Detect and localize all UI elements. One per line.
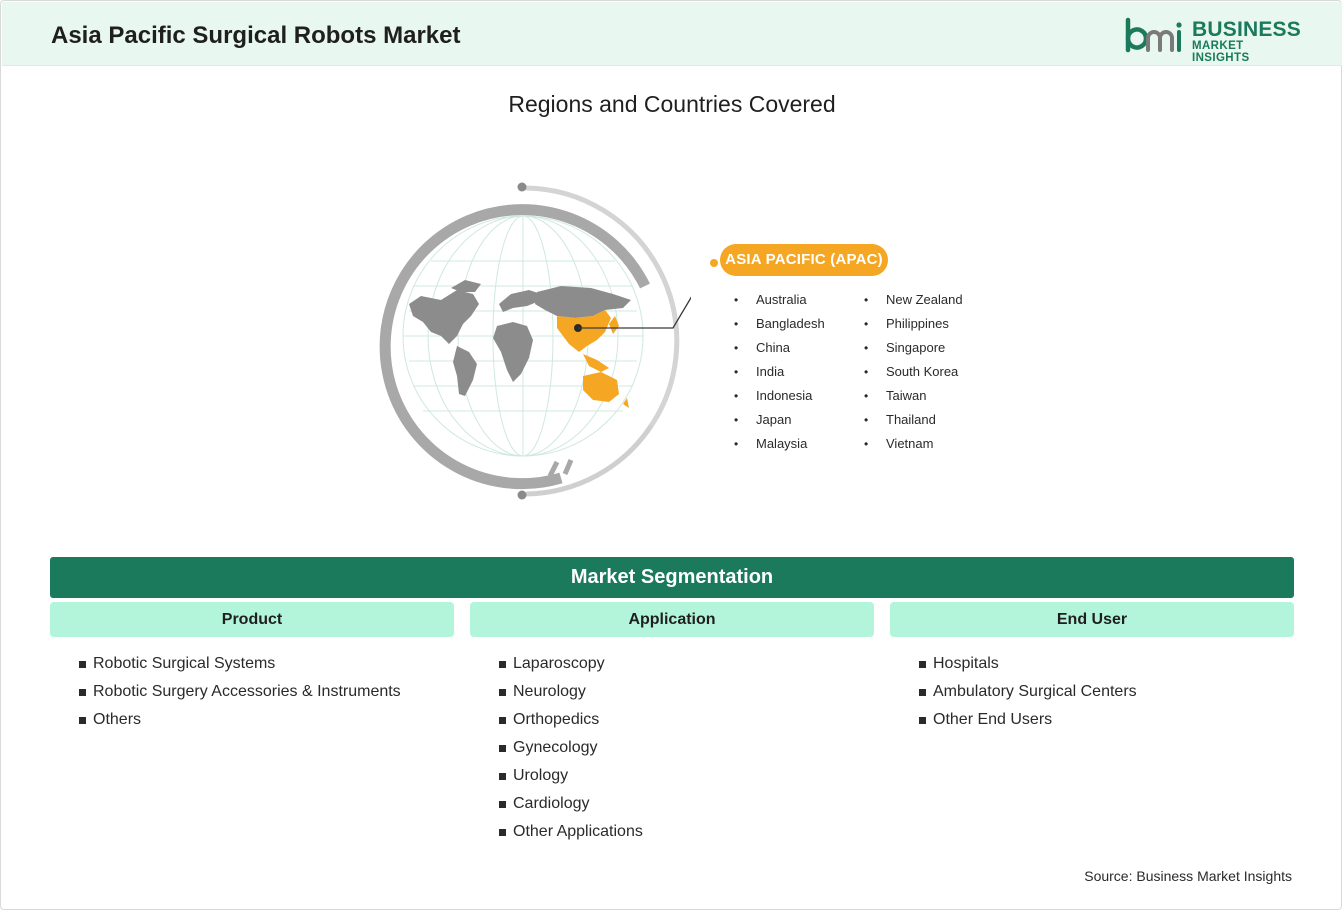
segment-item: Robotic Surgery Accessories & Instrument… <box>79 681 401 709</box>
region-connector-dot <box>710 259 718 267</box>
logo: BUSINESS MARKET INSIGHTS <box>1122 16 1302 64</box>
country-item: Malaysia <box>734 435 825 459</box>
country-item: Indonesia <box>734 387 825 411</box>
country-item: Taiwan <box>864 387 963 411</box>
segment-item: Orthopedics <box>499 709 643 737</box>
page-frame: Asia Pacific Surgical Robots Market BUSI… <box>0 0 1342 910</box>
country-item: Japan <box>734 411 825 435</box>
country-item: Thailand <box>864 411 963 435</box>
segment-list-product: Robotic Surgical Systems Robotic Surgery… <box>79 653 401 737</box>
segment-item: Others <box>79 709 401 737</box>
region-label-badge: ASIA PACIFIC (APAC) <box>720 244 888 276</box>
logo-text-primary: BUSINESS <box>1192 18 1301 41</box>
segment-item: Cardiology <box>499 793 643 821</box>
segment-item: Neurology <box>499 681 643 709</box>
segment-item: Robotic Surgical Systems <box>79 653 401 681</box>
segment-item: Laparoscopy <box>499 653 643 681</box>
segment-item: Gynecology <box>499 737 643 765</box>
segment-item: Hospitals <box>919 653 1137 681</box>
country-item: Bangladesh <box>734 315 825 339</box>
segment-item: Other Applications <box>499 821 643 849</box>
segment-list-application: Laparoscopy Neurology Orthopedics Gyneco… <box>499 653 643 849</box>
segment-list-end-user: Hospitals Ambulatory Surgical Centers Ot… <box>919 653 1137 737</box>
country-item: Australia <box>734 291 825 315</box>
country-list-right: New Zealand Philippines Singapore South … <box>864 291 963 459</box>
country-list-left: Australia Bangladesh China India Indones… <box>734 291 825 459</box>
country-item: Philippines <box>864 315 963 339</box>
country-item: Vietnam <box>864 435 963 459</box>
segment-item: Ambulatory Surgical Centers <box>919 681 1137 709</box>
country-item: New Zealand <box>864 291 963 315</box>
logo-text-secondary: MARKET INSIGHTS <box>1192 40 1250 64</box>
source-note: Source: Business Market Insights <box>1084 868 1292 884</box>
country-item: South Korea <box>864 363 963 387</box>
country-item: China <box>734 339 825 363</box>
segment-header-product: Product <box>50 602 454 637</box>
segment-header-application: Application <box>470 602 874 637</box>
header: Asia Pacific Surgical Robots Market BUSI… <box>2 2 1342 66</box>
segment-item: Other End Users <box>919 709 1137 737</box>
segment-item: Urology <box>499 765 643 793</box>
segment-header-end-user: End User <box>890 602 1294 637</box>
segmentation-title-bar: Market Segmentation <box>50 557 1294 598</box>
page-title: Asia Pacific Surgical Robots Market <box>51 22 461 49</box>
regions-title: Regions and Countries Covered <box>508 91 836 117</box>
globe-icon <box>379 182 712 500</box>
bmi-logo-icon <box>1125 17 1182 53</box>
globe-illustration <box>361 176 712 506</box>
country-item: Singapore <box>864 339 963 363</box>
country-item: India <box>734 363 825 387</box>
